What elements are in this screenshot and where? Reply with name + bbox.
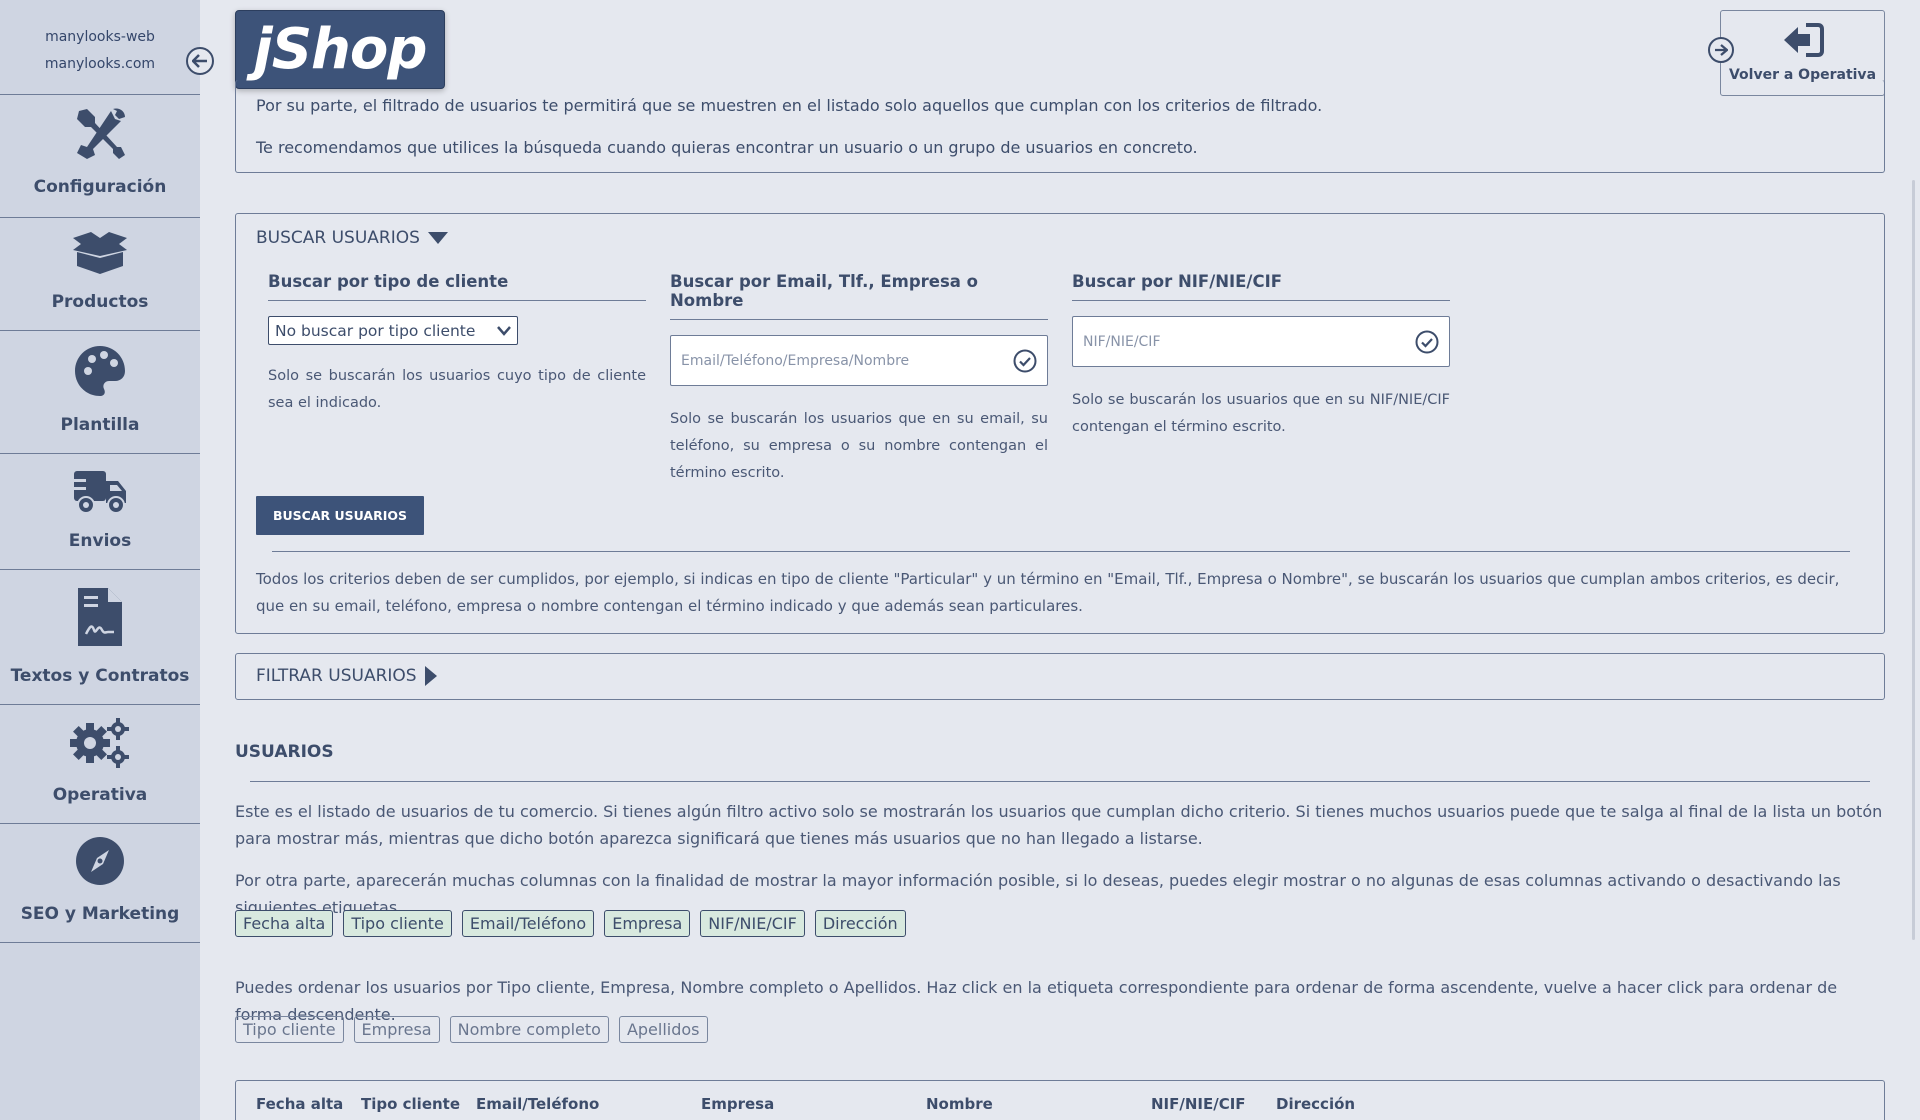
search-by-email-heading: Buscar por Email, Tlf., Empresa o Nombre xyxy=(670,272,1048,320)
users-heading: USUARIOS xyxy=(235,742,334,762)
check-circle-icon xyxy=(1415,330,1439,353)
column-header-empresa: Empresa xyxy=(701,1095,775,1113)
sidebar-item-productos[interactable]: Productos xyxy=(0,218,200,331)
compass-icon xyxy=(75,836,125,886)
sidebar-item-label: Envios xyxy=(68,531,132,551)
sidebar-item-plantilla[interactable]: Plantilla xyxy=(0,331,200,454)
arrow-left-icon xyxy=(192,54,207,68)
column-header-nif: NIF/NIE/CIF xyxy=(1151,1095,1246,1113)
gears-icon xyxy=(68,717,132,769)
column-tag-direccion[interactable]: Dirección xyxy=(814,910,906,937)
search-by-email-help: Solo se buscarán los usuarios que en su … xyxy=(670,411,1048,481)
sidebar-item-label: Plantilla xyxy=(60,415,140,435)
search-by-type-heading: Buscar por tipo de cliente xyxy=(268,272,646,301)
column-header-email: Email/Teléfono xyxy=(476,1095,600,1113)
site-domain: manylooks.com xyxy=(44,56,156,72)
search-criteria-note: Todos los criterios deben de ser cumplid… xyxy=(256,570,1840,615)
email-search-placeholder: Email/Teléfono/Empresa/Nombre xyxy=(681,352,910,369)
search-users-panel: BUSCAR USUARIOS Buscar por tipo de clien… xyxy=(235,213,1885,634)
sidebar-item-label: Textos y Contratos xyxy=(10,666,190,686)
search-by-nif-help: Solo se buscarán los usuarios que en su … xyxy=(1072,392,1450,435)
column-tag-empresa[interactable]: Empresa xyxy=(604,910,691,937)
sidebar-item-label: Productos xyxy=(51,292,149,312)
filter-users-panel: FILTRAR USUARIOS xyxy=(235,653,1885,700)
filter-users-title: FILTRAR USUARIOS xyxy=(256,666,417,686)
email-search-input[interactable]: Email/Teléfono/Empresa/Nombre xyxy=(670,335,1048,386)
truck-icon xyxy=(72,469,128,515)
tools-icon xyxy=(73,107,127,159)
palette-icon xyxy=(74,345,126,397)
column-header-nombre: Nombre xyxy=(926,1095,993,1113)
search-by-type-help: Solo se buscarán los usuarios cuyo tipo … xyxy=(268,368,646,411)
sort-tag-nombre-completo[interactable]: Nombre completo xyxy=(449,1016,609,1043)
search-by-nif: Buscar por NIF/NIE/CIF NIF/NIE/CIF Solo … xyxy=(1072,272,1450,441)
sidebar-item-label: Operativa xyxy=(52,785,148,805)
caret-down-icon xyxy=(427,232,448,244)
site-info: manylooks-web manylooks.com xyxy=(0,0,200,95)
sidebar-item-configuracion[interactable]: Configuración xyxy=(0,95,200,218)
column-header-direccion: Dirección xyxy=(1276,1095,1356,1113)
column-header-fecha-alta: Fecha alta xyxy=(256,1095,344,1113)
divider xyxy=(250,781,1870,782)
box-icon xyxy=(71,230,129,274)
sort-tag-empresa[interactable]: Empresa xyxy=(353,1016,440,1043)
sidebar: manylooks-web manylooks.com Configuració… xyxy=(0,0,200,1120)
nif-search-placeholder: NIF/NIE/CIF xyxy=(1083,333,1161,350)
sort-tag-tipo-cliente[interactable]: Tipo cliente xyxy=(235,1016,344,1043)
sidebar-item-envios[interactable]: Envios xyxy=(0,454,200,570)
column-tag-nif[interactable]: NIF/NIE/CIF xyxy=(700,910,805,937)
contract-icon xyxy=(76,586,124,648)
column-tag-tipo-cliente[interactable]: Tipo cliente xyxy=(343,910,452,937)
search-users-button[interactable]: BUSCAR USUARIOS xyxy=(256,496,424,535)
nif-search-input[interactable]: NIF/NIE/CIF xyxy=(1072,316,1450,367)
column-tag-fecha-alta[interactable]: Fecha alta xyxy=(235,910,334,937)
search-by-type: Buscar por tipo de cliente No buscar por… xyxy=(268,272,646,417)
search-users-toggle[interactable]: BUSCAR USUARIOS xyxy=(256,228,448,248)
caret-right-icon xyxy=(424,666,437,686)
sidebar-item-seo[interactable]: SEO y Marketing xyxy=(0,824,200,943)
users-table: Fecha alta Tipo cliente Email/Teléfono E… xyxy=(235,1080,1885,1120)
column-tag-email[interactable]: Email/Teléfono xyxy=(461,910,595,937)
intro-text-1: Por su parte, el filtrado de usuarios te… xyxy=(256,96,1323,115)
search-by-nif-heading: Buscar por NIF/NIE/CIF xyxy=(1072,272,1450,301)
sidebar-item-label: SEO y Marketing xyxy=(20,904,180,924)
search-users-title: BUSCAR USUARIOS xyxy=(256,228,420,248)
filter-users-toggle[interactable]: FILTRAR USUARIOS xyxy=(256,666,437,686)
site-name: manylooks-web xyxy=(45,29,155,45)
chevron-down-icon xyxy=(497,325,511,336)
sort-tag-apellidos[interactable]: Apellidos xyxy=(618,1016,708,1043)
logo[interactable]: jShop xyxy=(235,10,445,89)
collapse-sidebar-button[interactable] xyxy=(186,47,214,75)
intro-panel: Por su parte, el filtrado de usuarios te… xyxy=(235,80,1885,173)
users-description: Este es el listado de usuarios de tu com… xyxy=(235,802,1883,848)
search-by-email: Buscar por Email, Tlf., Empresa o Nombre… xyxy=(670,272,1048,487)
sort-tags: Tipo cliente Empresa Nombre completo Ape… xyxy=(235,1016,708,1043)
sidebar-item-textos[interactable]: Textos y Contratos xyxy=(0,570,200,705)
divider xyxy=(272,551,1850,552)
client-type-select[interactable]: No buscar por tipo cliente xyxy=(268,316,518,345)
back-arrow-circle[interactable] xyxy=(1708,37,1734,63)
column-tags: Fecha alta Tipo cliente Email/Teléfono E… xyxy=(235,910,906,937)
client-type-selected: No buscar por tipo cliente xyxy=(275,321,476,340)
sidebar-item-operativa[interactable]: Operativa xyxy=(0,705,200,824)
arrow-right-icon xyxy=(1715,44,1728,56)
check-circle-icon xyxy=(1013,349,1037,372)
sign-in-icon xyxy=(1783,23,1824,57)
intro-text-2: Te recomendamos que utilices la búsqueda… xyxy=(256,138,1198,157)
sidebar-item-label: Configuración xyxy=(33,177,167,197)
scrollbar[interactable] xyxy=(1912,180,1915,940)
column-header-tipo-cliente: Tipo cliente xyxy=(361,1095,461,1113)
